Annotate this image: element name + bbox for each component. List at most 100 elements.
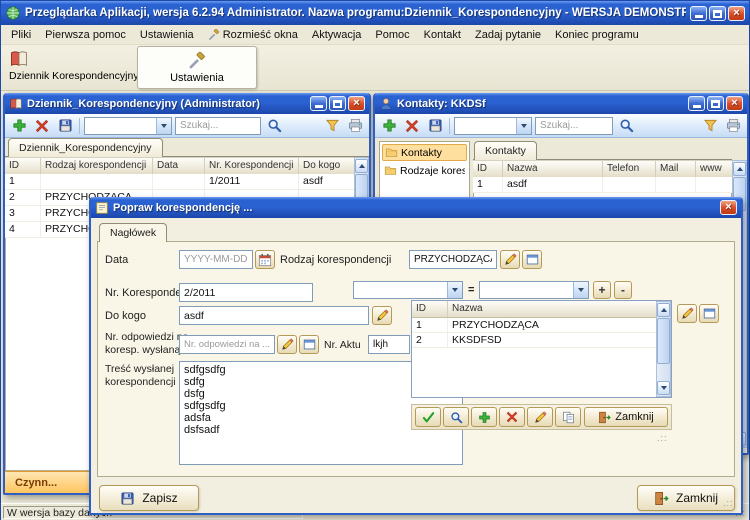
journal-toolbar-button[interactable]: Dziennik Korespondencyjny bbox=[5, 47, 139, 88]
lookup-field-combo[interactable] bbox=[353, 281, 463, 299]
lookup-pencil-button[interactable] bbox=[527, 407, 553, 427]
contacts-close-button[interactable]: × bbox=[726, 96, 743, 111]
journal-close-button[interactable]: × bbox=[348, 96, 365, 111]
journal-add-button[interactable] bbox=[9, 116, 29, 136]
journal-window-titlebar[interactable]: Dziennik_Korespondencyjny (Administrator… bbox=[5, 93, 369, 114]
journal-search-button[interactable] bbox=[264, 116, 284, 136]
dialog-resize-grip[interactable]: .:: bbox=[723, 498, 734, 508]
settings-toolbar-button[interactable]: Ustawienia bbox=[137, 46, 257, 89]
lookup-edit-button[interactable] bbox=[677, 304, 697, 323]
lookup-resize-grip[interactable]: .:: bbox=[657, 433, 668, 443]
type-edit-button[interactable] bbox=[500, 250, 520, 269]
contacts-print-button[interactable] bbox=[723, 116, 743, 136]
type-lookup-button[interactable] bbox=[522, 250, 542, 269]
journal-save-button[interactable] bbox=[55, 116, 75, 136]
tree-item-rodzaje[interactable]: Rodzaje korespondencji bbox=[382, 163, 467, 178]
lookup-add-condition-button[interactable]: + bbox=[593, 281, 611, 299]
journal-col-id[interactable]: ID bbox=[5, 158, 41, 174]
lookup-close-button[interactable]: Zamknij bbox=[584, 407, 668, 427]
main-minimize-button[interactable] bbox=[690, 5, 707, 21]
reply-input[interactable] bbox=[179, 335, 275, 354]
menu-koniec-programu[interactable]: Koniec programu bbox=[548, 27, 646, 43]
journal-minimize-button[interactable] bbox=[310, 96, 327, 111]
lookup-col-id[interactable]: ID bbox=[412, 301, 448, 317]
contacts-filter-button[interactable] bbox=[700, 116, 720, 136]
contacts-minimize-button[interactable] bbox=[688, 96, 705, 111]
journal-filter-combo[interactable] bbox=[84, 116, 172, 135]
menu-ustawienia[interactable]: Ustawienia bbox=[133, 27, 201, 43]
contacts-window-titlebar[interactable]: Kontakty: KKDSf × bbox=[375, 93, 747, 114]
contacts-tab[interactable]: Kontakty bbox=[474, 141, 537, 160]
reply-edit-button[interactable] bbox=[277, 335, 297, 354]
contacts-col-id[interactable]: ID bbox=[473, 161, 503, 177]
lookup-copy-button[interactable] bbox=[555, 407, 581, 427]
main-titlebar[interactable]: Przeglądarka Aplikacji, wersja 6.2.94 Ad… bbox=[1, 1, 749, 25]
menu-pliki[interactable]: Pliki bbox=[4, 27, 38, 43]
journal-col-data[interactable]: Data bbox=[153, 158, 205, 174]
lookup-delete-button[interactable] bbox=[499, 407, 525, 427]
menu-pomoc-label: Pomoc bbox=[375, 28, 410, 41]
contacts-col-mail[interactable]: Mail bbox=[656, 161, 696, 177]
scroll-up-button[interactable] bbox=[733, 162, 746, 176]
main-close-button[interactable]: × bbox=[728, 5, 745, 21]
lookup-col-nazwa[interactable]: Nazwa bbox=[448, 301, 656, 317]
menu-pomoc[interactable]: Pomoc bbox=[368, 27, 416, 43]
journal-filter-button[interactable] bbox=[322, 116, 342, 136]
journal-delete-button[interactable] bbox=[32, 116, 52, 136]
journal-tab[interactable]: Dziennik_Korespondencyjny bbox=[8, 138, 163, 157]
journal-search-input[interactable] bbox=[175, 116, 261, 135]
dialog-close-bottom-button[interactable]: Zamknij bbox=[637, 485, 735, 511]
lookup-value-combo[interactable] bbox=[479, 281, 589, 299]
menu-aktywacja[interactable]: Aktywacja bbox=[305, 27, 369, 43]
lookup-window-button[interactable] bbox=[699, 304, 719, 323]
lookup-row[interactable]: 1 PRZYCHODZĄCA bbox=[412, 318, 671, 333]
contacts-col-telefon[interactable]: Telefon bbox=[603, 161, 656, 177]
lookup-add-button[interactable] bbox=[471, 407, 497, 427]
menu-kontakt[interactable]: Kontakt bbox=[417, 27, 468, 43]
scroll-up-button[interactable] bbox=[657, 303, 670, 317]
dialog-titlebar[interactable]: Popraw korespondencję ... × bbox=[91, 197, 741, 218]
data-input[interactable] bbox=[179, 250, 253, 269]
journal-col-dokogo[interactable]: Do kogo bbox=[299, 158, 354, 174]
cell-nazwa: asdf bbox=[503, 177, 603, 192]
contacts-maximize-button[interactable] bbox=[707, 96, 724, 111]
contacts-search-button[interactable] bbox=[616, 116, 636, 136]
contacts-filter-combo[interactable] bbox=[454, 116, 532, 135]
lookup-accept-button[interactable] bbox=[415, 407, 441, 427]
journal-print-button[interactable] bbox=[345, 116, 365, 136]
contacts-col-nazwa[interactable]: Nazwa bbox=[503, 161, 603, 177]
journal-maximize-button[interactable] bbox=[329, 96, 346, 111]
lookup-search-button[interactable] bbox=[443, 407, 469, 427]
contacts-search-input[interactable] bbox=[535, 116, 613, 135]
menu-pierwsza-pomoc[interactable]: Pierwsza pomoc bbox=[38, 27, 133, 43]
to-input[interactable] bbox=[179, 306, 369, 325]
scroll-down-button[interactable] bbox=[657, 381, 670, 395]
type-input[interactable] bbox=[409, 250, 497, 269]
to-edit-button[interactable] bbox=[372, 306, 392, 325]
contacts-add-button[interactable] bbox=[379, 116, 399, 136]
table-row[interactable]: 1 asdf bbox=[473, 177, 732, 193]
journal-col-nr[interactable]: Nr. Korespondencji bbox=[205, 158, 299, 174]
main-maximize-button[interactable] bbox=[709, 5, 726, 21]
lookup-row[interactable]: 2 KKSDFSD bbox=[412, 333, 671, 348]
save-button[interactable]: Zapisz bbox=[99, 485, 199, 511]
dialog-close-button[interactable]: × bbox=[720, 200, 737, 215]
menu-zadaj-pytanie[interactable]: Zadaj pytanie bbox=[468, 27, 548, 43]
scroll-up-button[interactable] bbox=[355, 159, 368, 173]
contacts-delete-button[interactable] bbox=[402, 116, 422, 136]
contacts-save-button[interactable] bbox=[425, 116, 445, 136]
dialog-tab-naglowek[interactable]: Nagłówek bbox=[99, 223, 168, 242]
lookup-remove-condition-button[interactable]: - bbox=[614, 281, 632, 299]
scroll-thumb[interactable] bbox=[657, 318, 670, 364]
reply-lookup-button[interactable] bbox=[299, 335, 319, 354]
act-input[interactable] bbox=[368, 335, 410, 354]
tree-item-kontakty[interactable]: Kontakty bbox=[382, 144, 467, 161]
nr-input[interactable] bbox=[179, 283, 313, 302]
calendar-button[interactable] bbox=[255, 250, 275, 269]
journal-col-rodzaj[interactable]: Rodzaj korespondencji bbox=[41, 158, 153, 174]
menu-rozmiesc-okna[interactable]: Rozmieść okna bbox=[201, 27, 305, 43]
lookup-vscrollbar[interactable] bbox=[656, 301, 671, 397]
contacts-col-www[interactable]: www bbox=[696, 161, 732, 177]
delete-icon bbox=[405, 119, 419, 133]
table-row[interactable]: 1 1/2011 asdf bbox=[5, 174, 354, 190]
